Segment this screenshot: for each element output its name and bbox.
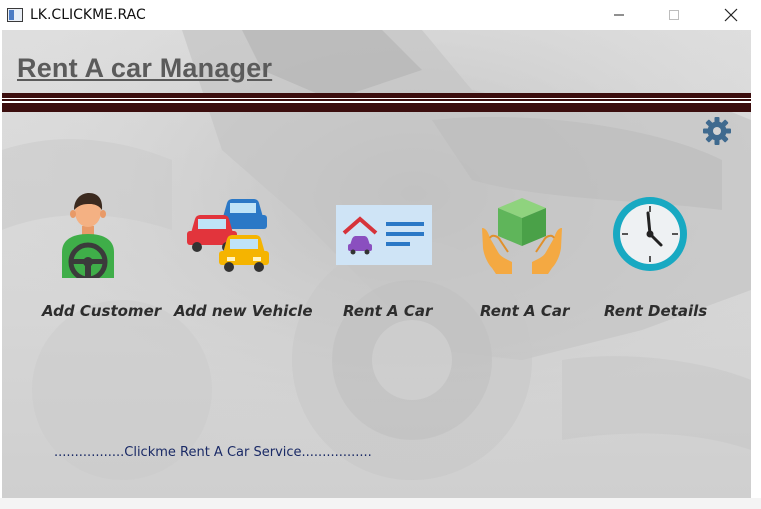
window-border-right <box>751 30 761 498</box>
box-hands-icon <box>482 198 562 274</box>
app-icon <box>7 8 23 22</box>
maximize-button[interactable] <box>649 0 699 30</box>
cars-icon <box>187 199 269 272</box>
window-titlebar[interactable]: LK.CLICKME.RAC <box>0 0 761 30</box>
minimize-icon <box>614 14 624 16</box>
clock-icon <box>613 197 687 271</box>
window-border-bottom <box>0 498 761 509</box>
header-divider <box>2 93 751 112</box>
footer-tagline: .................Clickme Rent A Car Serv… <box>54 445 372 460</box>
settings-button[interactable] <box>702 116 732 146</box>
rent-details-label: Rent Details <box>604 302 708 320</box>
rent-a-car-return-label: Rent A Car <box>480 302 570 320</box>
gear-icon <box>703 117 731 145</box>
main-panel: Rent A car Manager Add Customer Add new … <box>2 30 751 498</box>
house-car-card-icon <box>336 205 432 265</box>
close-icon <box>724 8 738 22</box>
close-button[interactable] <box>706 0 756 30</box>
minimize-button[interactable] <box>594 0 644 30</box>
window-title: LK.CLICKME.RAC <box>30 7 146 23</box>
rent-a-car-label: Rent A Car <box>343 302 433 320</box>
add-customer-label: Add Customer <box>42 302 162 320</box>
driver-icon <box>62 193 114 278</box>
maximize-icon <box>669 10 679 20</box>
add-vehicle-label: Add new Vehicle <box>174 302 313 320</box>
page-title: Rent A car Manager <box>17 53 273 83</box>
